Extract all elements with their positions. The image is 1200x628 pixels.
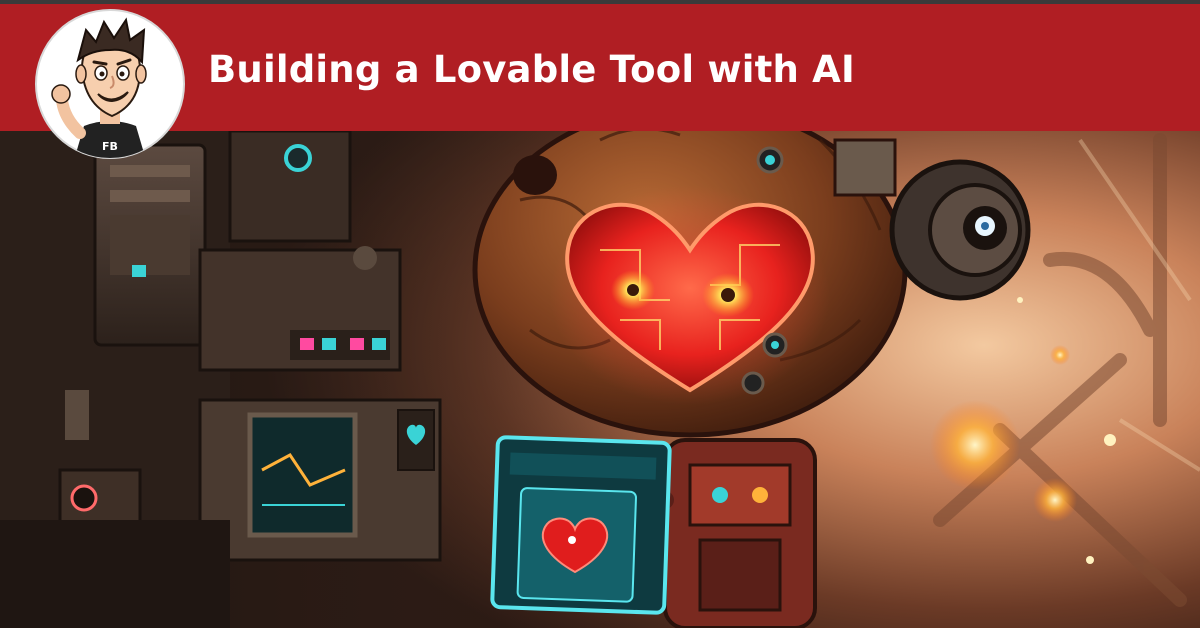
social-card: Building a Lovable Tool with AI FB bbox=[0, 0, 1200, 628]
cartoon-man-avatar-icon: FB bbox=[35, 9, 185, 159]
heart-monitor-icon bbox=[490, 435, 672, 615]
svg-text:FB: FB bbox=[102, 140, 118, 153]
page-title: Building a Lovable Tool with AI bbox=[208, 48, 855, 91]
